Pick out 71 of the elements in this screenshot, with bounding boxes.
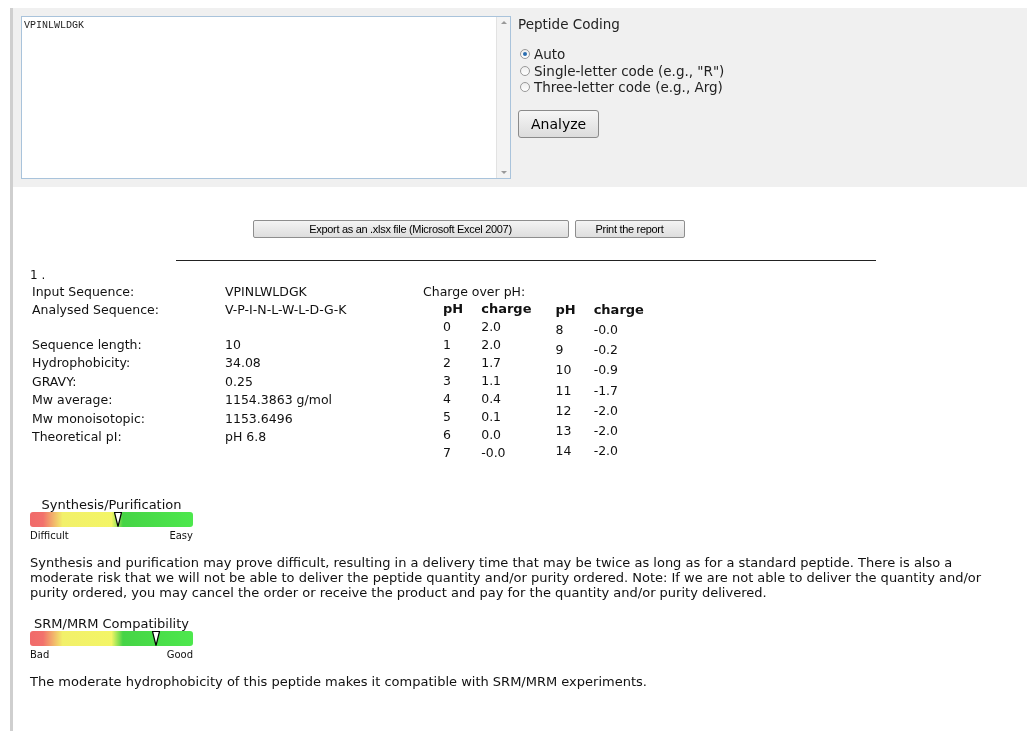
table-cell-text: 1	[442, 335, 452, 353]
property-value: 0.25	[225, 373, 253, 389]
property-label: Hydrophobicity:	[32, 355, 132, 371]
sequence-input[interactable]: VPINLWLDGK	[21, 16, 511, 179]
table-cell-text: 0.1	[480, 407, 503, 425]
column-header: pH	[442, 299, 465, 317]
export-button[interactable]: Export as an .xlsx file (Microsoft Excel 2007)	[252, 220, 569, 238]
table-cell-text: 0.0	[480, 425, 503, 443]
meter-title: SRM/MRM Compatibility	[33, 616, 190, 631]
table-cell-text: 9	[554, 341, 565, 360]
table-cell-text: 8	[554, 320, 565, 339]
radio-button[interactable]	[520, 65, 530, 76]
table-cell-text: 0	[442, 317, 452, 335]
property-value: VPINLWLDGK	[225, 283, 307, 299]
table-cell-text: -1.7	[592, 381, 620, 400]
table-cell-text: -0.0	[592, 320, 620, 339]
scale-label: Easy	[169, 530, 193, 541]
property-value: 34.08	[225, 355, 261, 371]
column-header: charge	[480, 299, 533, 317]
table-cell-text: 5	[442, 407, 452, 425]
radio-label: Auto	[534, 46, 566, 63]
radio-button[interactable]	[520, 82, 530, 93]
table-cell-text: 13	[554, 422, 573, 441]
assessment-text: Synthesis and purification may prove difficult, resulting in a delivery time that may be twice as long as for a standard peptide. There is also a moderate risk that we will not be able to deliver the peptide quantity and/or purity ordered. Note: If we are not able to deliver the quantity and/or purity ordered, you may cancel the order or receive the product and pay for the quantity and/or purity delivered.	[30, 555, 983, 600]
property-label: Analysed Sequence:	[32, 302, 160, 318]
print-button[interactable]: Print the report	[574, 220, 685, 238]
property-value: 10	[225, 336, 241, 352]
property-label: Theoretical pI:	[32, 429, 123, 445]
table-cell-text: -0.9	[592, 361, 620, 380]
property-label: Input Sequence:	[32, 283, 136, 299]
radio-option[interactable]: Auto	[520, 46, 725, 63]
assessment-text: The moderate hydrophobicity of this peptide makes it compatible with SRM/MRM experiments.	[30, 674, 648, 689]
table-cell-text: -0.2	[592, 341, 620, 360]
property-label: Mw monoisotopic:	[32, 410, 147, 426]
charge-title: Charge over pH:	[423, 284, 527, 299]
scale-label: Bad	[30, 649, 50, 660]
table-cell-text: 6	[442, 425, 452, 443]
section-title: Peptide Coding	[518, 16, 621, 32]
result-number: 1 .	[30, 268, 47, 282]
property-label: Mw average:	[32, 392, 114, 408]
meter-title: Synthesis/Purification	[40, 497, 183, 512]
table-cell-text: 3	[442, 371, 452, 389]
table-cell-text: -2.0	[592, 442, 620, 461]
table-cell-text: 14	[554, 442, 573, 461]
table-cell-text: 10	[554, 361, 573, 380]
table-cell-text: 1.1	[480, 371, 503, 389]
table-cell-text: 0.4	[480, 389, 503, 407]
table-cell-text: 11	[554, 381, 573, 400]
table-cell-text: 2.0	[480, 317, 503, 335]
table-cell-text: -2.0	[592, 422, 620, 441]
table-cell-text: -2.0	[592, 401, 620, 420]
table-cell-text: 2	[442, 353, 452, 371]
scrollbar[interactable]	[496, 17, 510, 178]
column-header: pH	[554, 300, 577, 319]
property-label: Sequence length:	[32, 336, 143, 352]
property-label: GRAVY:	[32, 373, 78, 389]
property-value: 1154.3863 g/mol	[225, 392, 332, 408]
table-cell-text: 7	[442, 443, 452, 461]
table-cell-text: 2.0	[480, 335, 503, 353]
property-value: V-P-I-N-L-W-L-D-G-K	[225, 302, 347, 318]
property-value: 1153.6496	[225, 410, 293, 426]
property-value: pH 6.8	[225, 429, 267, 445]
table-cell-text: 1.7	[480, 353, 503, 371]
table-cell-text: 4	[442, 389, 452, 407]
scale-label: Difficult	[30, 530, 69, 541]
scale-label: Good	[166, 649, 193, 660]
analyze-button[interactable]: Analyze	[518, 109, 600, 138]
radio-button[interactable]	[520, 49, 530, 60]
table-cell-text: -0.0	[480, 443, 507, 461]
table-cell-text: 12	[554, 401, 573, 420]
column-header: charge	[592, 300, 645, 319]
